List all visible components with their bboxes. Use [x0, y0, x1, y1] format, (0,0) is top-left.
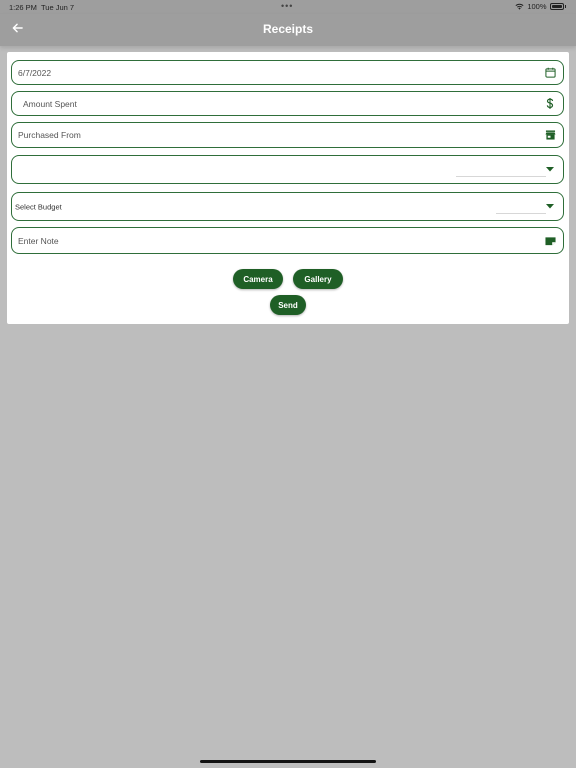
send-button[interactable]: Send — [270, 295, 306, 315]
app-bar: Receipts — [0, 14, 576, 46]
category-select[interactable] — [11, 155, 564, 184]
dropdown-arrow-icon[interactable] — [544, 164, 556, 176]
purchased-from-field[interactable]: Purchased From — [11, 122, 564, 148]
camera-button[interactable]: Camera — [233, 269, 283, 289]
dollar-icon — [544, 97, 556, 110]
calendar-icon[interactable] — [544, 67, 556, 79]
receipt-form-card: 6/7/2022 Amount Spent Purchased From Sel… — [7, 52, 569, 324]
note-icon — [544, 235, 556, 247]
status-indicators: 100% — [515, 2, 566, 11]
note-placeholder: Enter Note — [18, 235, 59, 246]
budget-select[interactable]: Select Budget — [11, 192, 564, 221]
page-title: Receipts — [262, 22, 314, 36]
status-date: Tue Jun 7 — [41, 3, 75, 12]
gallery-button[interactable]: Gallery — [293, 269, 343, 289]
home-indicator[interactable] — [200, 760, 376, 763]
wifi-icon — [515, 3, 524, 10]
store-icon — [544, 129, 556, 141]
purchased-from-placeholder: Purchased From — [18, 130, 81, 140]
status-bar: 1:26 PM Tue Jun 7 ••• 100% — [0, 0, 576, 14]
status-time: 1:26 PM — [9, 3, 37, 12]
date-value: 6/7/2022 — [18, 67, 52, 78]
multitasking-dots[interactable]: ••• — [281, 1, 293, 11]
budget-value: Select Budget — [15, 202, 62, 211]
date-field[interactable]: 6/7/2022 — [11, 60, 564, 85]
dropdown-arrow-icon[interactable] — [544, 201, 556, 213]
amount-spent-placeholder: Amount Spent — [23, 98, 77, 109]
battery-icon — [549, 3, 564, 10]
note-field[interactable]: Enter Note — [11, 227, 564, 254]
battery-percent: 100% — [527, 2, 547, 11]
amount-spent-field[interactable]: Amount Spent — [11, 91, 564, 116]
